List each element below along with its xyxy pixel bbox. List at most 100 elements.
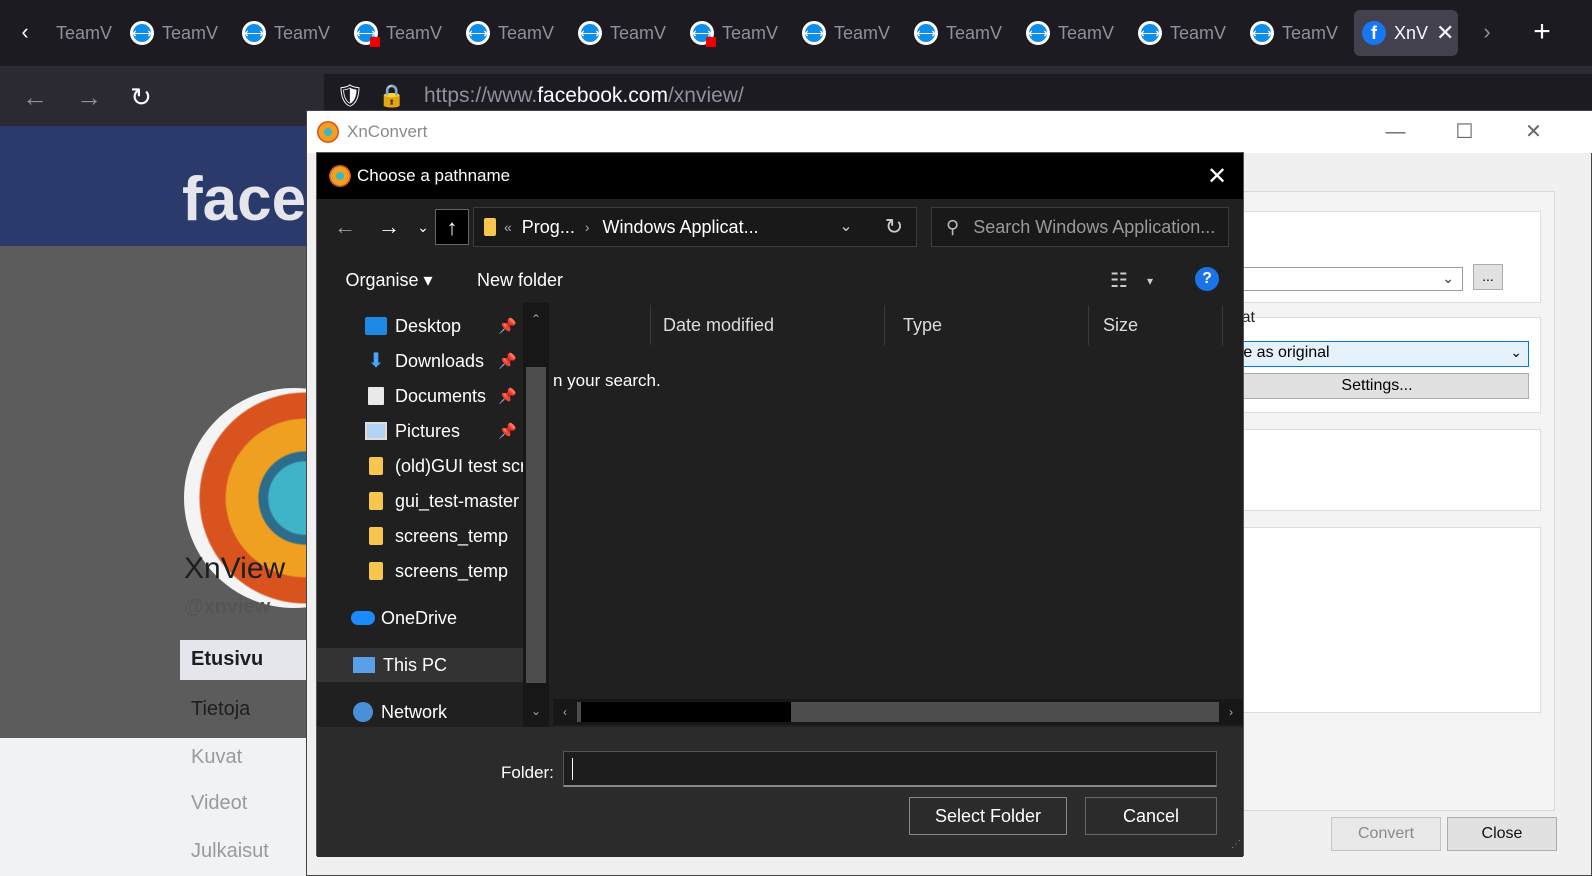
column-header-date-modified[interactable]: Date modified <box>653 305 885 345</box>
format-value: me as original <box>1230 344 1330 361</box>
pin-icon[interactable]: 📌 <box>498 352 517 370</box>
folder-input[interactable] <box>563 751 1217 787</box>
window-close-button[interactable]: ✕ <box>1499 111 1568 153</box>
nav-item-folder[interactable]: screens_temp <box>317 519 523 553</box>
scroll-left-button[interactable]: ‹ <box>553 699 577 725</box>
breadcrumb-separator[interactable]: › <box>585 219 590 235</box>
browser-tab[interactable]: TeamV <box>682 10 790 56</box>
page-handle: @xnview <box>184 596 271 618</box>
dialog-close-button[interactable]: ✕ <box>1193 157 1241 197</box>
output-folder-select[interactable]: ⌄ <box>1231 267 1463 291</box>
pin-icon[interactable]: 📌 <box>498 387 517 405</box>
nav-item-pictures[interactable]: Pictures 📌 <box>317 414 523 448</box>
scroll-right-button[interactable]: › <box>1219 699 1243 725</box>
xnconvert-logo-icon <box>329 165 351 187</box>
new-folder-button[interactable]: New folder <box>455 261 585 299</box>
browser-tab[interactable]: TeamV <box>458 10 566 56</box>
fb-nav-posts[interactable]: Julkaisut <box>191 840 269 863</box>
url-text[interactable]: https://www.facebook.com/xnview/ <box>424 84 744 108</box>
nav-item-downloads[interactable]: ⬇ Downloads 📌 <box>317 344 523 378</box>
view-dropdown-button[interactable]: ▾ <box>1139 263 1161 299</box>
new-tab-button[interactable]: + <box>1524 14 1560 50</box>
notification-badge <box>370 37 380 47</box>
scrollbar-thumb[interactable] <box>581 702 791 722</box>
breadcrumb-item-current[interactable]: Windows Applicat... <box>598 212 764 243</box>
nav-item-label: screens_temp <box>395 525 509 546</box>
scroll-up-button[interactable]: ⌃ <box>523 309 549 329</box>
view-options-icon[interactable]: ☷ <box>1101 263 1137 299</box>
xnconvert-title: XnConvert <box>347 122 428 141</box>
browser-tab[interactable]: TeamV <box>346 10 454 56</box>
refresh-button[interactable]: ↻ <box>871 209 917 245</box>
nav-item-label: Downloads <box>395 350 485 371</box>
fb-nav-photos[interactable]: Kuvat <box>191 746 242 769</box>
teamviewer-icon <box>1026 21 1050 45</box>
scrollbar-thumb[interactable] <box>526 367 546 683</box>
browser-tab[interactable]: TeamV <box>794 10 902 56</box>
browser-tab[interactable]: TeamV <box>1130 10 1238 56</box>
nav-item-folder[interactable]: screens_temp <box>317 554 523 588</box>
back-button[interactable]: ← <box>325 209 365 245</box>
organise-button[interactable]: Organise ▾ <box>325 261 453 299</box>
computer-icon <box>353 657 375 673</box>
nav-item-network[interactable]: Network <box>317 695 523 727</box>
cancel-button[interactable]: Cancel <box>1085 797 1217 835</box>
maximize-button[interactable]: ☐ <box>1430 111 1499 153</box>
select-folder-button[interactable]: Select Folder <box>909 797 1067 835</box>
lock-icon[interactable]: 🔒 <box>376 83 408 109</box>
nav-item-folder[interactable]: gui_test-master <box>317 484 523 518</box>
settings-button[interactable]: Settings... <box>1225 373 1529 399</box>
convert-button[interactable]: Convert <box>1331 817 1441 851</box>
tab-scroll-right-button[interactable]: › <box>1472 16 1502 48</box>
shield-icon[interactable]: 🛡 <box>334 83 366 109</box>
navigation-scrollbar[interactable]: ⌃ ⌄ <box>523 303 549 727</box>
minimize-button[interactable]: — <box>1361 111 1430 153</box>
address-dropdown-button[interactable]: ⌄ <box>823 209 869 245</box>
pin-icon[interactable]: 📌 <box>498 317 517 335</box>
download-icon: ⬇ <box>367 350 385 372</box>
command-bar: Organise ▾ New folder ☷ ▾ ? <box>317 255 1243 303</box>
browser-tab[interactable]: TeamV <box>122 10 230 56</box>
format-select[interactable]: me as original ⌄ <box>1225 341 1529 367</box>
back-button[interactable]: ← <box>18 80 52 114</box>
search-input[interactable]: ⚲ Search Windows Application... <box>931 207 1229 247</box>
browser-tab[interactable]: TeamV <box>234 10 342 56</box>
up-button[interactable]: ↑ <box>435 209 469 245</box>
teamviewer-icon <box>802 21 826 45</box>
nav-item-desktop[interactable]: Desktop 📌 <box>317 309 523 343</box>
column-header-type[interactable]: Type <box>893 305 1089 345</box>
file-list-hscrollbar[interactable]: ‹ › <box>553 699 1243 725</box>
file-list[interactable]: Date modified Type Size n your search. <box>553 303 1243 727</box>
fb-nav-home[interactable]: Etusivu <box>180 640 320 680</box>
browser-tab[interactable]: TeamV <box>570 10 678 56</box>
forward-button[interactable]: → <box>72 80 106 114</box>
facebook-page: facel XnView @xnview Etusivu Tietoja Kuv… <box>0 126 320 876</box>
scroll-down-button[interactable]: ⌄ <box>523 701 549 721</box>
tab-scroll-left-button[interactable]: ‹ <box>10 16 40 48</box>
nav-item-folder[interactable]: (old)GUI test scri <box>317 449 523 483</box>
search-placeholder: Search Windows Application... <box>973 216 1216 237</box>
fb-nav-videos[interactable]: Videot <box>191 792 247 815</box>
tab-close-icon[interactable]: ✕ <box>1436 20 1454 46</box>
browser-tab-active[interactable]: XnV ✕ <box>1354 10 1458 56</box>
browse-button[interactable]: ... <box>1473 264 1503 290</box>
browser-tab[interactable]: TeamV <box>906 10 1014 56</box>
breadcrumb-overflow[interactable]: « <box>504 219 512 235</box>
browser-tab[interactable]: TeamV <box>1018 10 1126 56</box>
fb-nav-about[interactable]: Tietoja <box>191 698 250 721</box>
column-header-size[interactable]: Size <box>1093 305 1223 345</box>
resize-grip-icon[interactable]: ⋰ <box>1223 839 1241 855</box>
help-icon[interactable]: ? <box>1195 267 1219 291</box>
recent-locations-button[interactable]: ⌄ <box>413 209 433 245</box>
nav-item-documents[interactable]: Documents 📌 <box>317 379 523 413</box>
browser-tab[interactable]: TeamV <box>1242 10 1350 56</box>
nav-item-label: Pictures <box>395 420 461 441</box>
nav-item-onedrive[interactable]: OneDrive <box>317 601 523 635</box>
forward-button[interactable]: → <box>369 209 409 245</box>
breadcrumb-item[interactable]: Prog... <box>520 217 577 238</box>
pin-icon[interactable]: 📌 <box>498 422 517 440</box>
nav-item-this-pc[interactable]: This PC <box>317 648 523 682</box>
reload-button[interactable]: ↻ <box>124 80 158 114</box>
column-header-name[interactable] <box>553 305 651 345</box>
close-button[interactable]: Close <box>1447 817 1557 851</box>
